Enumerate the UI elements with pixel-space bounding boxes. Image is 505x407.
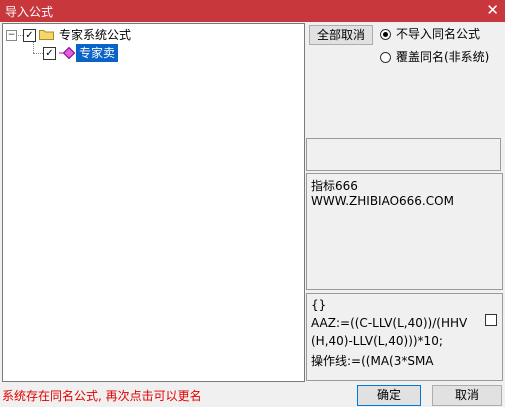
tree-item-child[interactable]: ✓ 专家卖: [3, 44, 203, 62]
close-icon[interactable]: ✕: [486, 1, 499, 19]
title-bar: 导入公式 ✕: [0, 0, 505, 22]
formula-line-1: {}: [311, 298, 327, 312]
root-checkbox[interactable]: ✓: [23, 29, 36, 42]
info-line-1: 指标666: [311, 179, 358, 193]
radio-overwrite[interactable]: 覆盖同名(非系统): [380, 49, 500, 65]
tree-item-root[interactable]: − ✓ 专家系统公式: [3, 26, 203, 44]
ok-button[interactable]: 确定: [357, 385, 421, 406]
cancel-button[interactable]: 取消: [432, 385, 502, 406]
tree-label-child: 专家卖: [76, 44, 119, 62]
formula-tree[interactable]: − ✓ 专家系统公式 ✓ 专家卖: [2, 23, 305, 382]
empty-panel: [306, 138, 501, 171]
info-line-2: WWW.ZHIBIAO666.COM: [311, 194, 454, 208]
folder-icon: [39, 30, 54, 40]
radio-overwrite-label: 覆盖同名(非系统): [396, 50, 490, 64]
radio-no-import-label: 不导入同名公式: [396, 27, 481, 41]
deselect-all-button[interactable]: 全部取消: [309, 25, 373, 45]
formula-line-2: AAZ:=((C-LLV(L,40))/(HHV: [311, 316, 468, 330]
formula-diamond-icon: [59, 47, 75, 59]
window-title: 导入公式: [5, 5, 54, 19]
radio-no-import-indicator[interactable]: [380, 29, 391, 40]
collapse-icon[interactable]: −: [6, 30, 17, 41]
radio-overwrite-indicator[interactable]: [380, 52, 391, 63]
formula-line-4: 操作线:=((MA(3*SMA: [311, 354, 434, 368]
formula-panel-checkbox[interactable]: [485, 314, 497, 326]
radio-no-import[interactable]: 不导入同名公式: [380, 26, 500, 42]
tree-label-root: 专家系统公式: [59, 28, 132, 42]
formula-info-panel: 指标666 WWW.ZHIBIAO666.COM: [306, 173, 503, 290]
child-checkbox[interactable]: ✓: [43, 47, 56, 60]
status-message: 系统存在同名公式, 再次点击可以更名: [2, 389, 202, 403]
formula-source-panel[interactable]: {} AAZ:=((C-LLV(L,40))/(HHV (H,40)-LLV(L…: [306, 293, 503, 381]
formula-line-3: (H,40)-LLV(L,40)))*10;: [311, 334, 443, 348]
